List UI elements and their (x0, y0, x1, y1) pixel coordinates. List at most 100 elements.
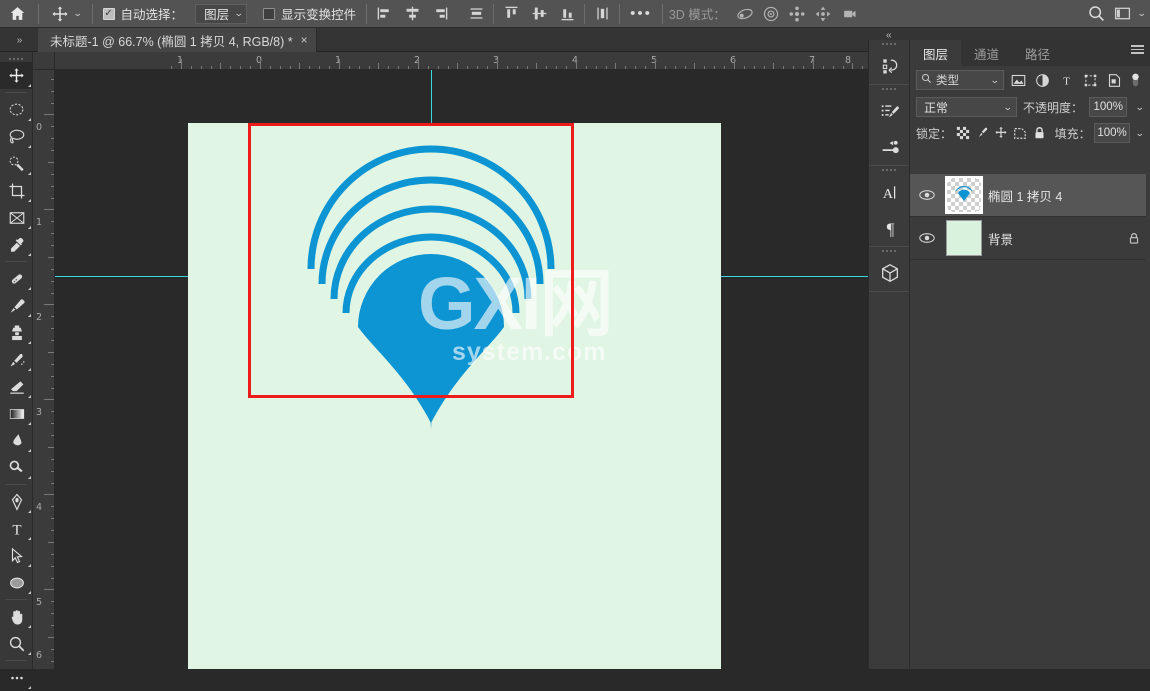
slide-3d-icon[interactable] (810, 2, 836, 26)
current-tool-button[interactable]: ⌄ (43, 0, 88, 28)
tab-channels[interactable]: 通道 (961, 40, 1012, 66)
opacity-field[interactable]: 100% (1089, 97, 1127, 117)
tool-flyout-arrow[interactable] (28, 341, 31, 344)
tool-shape[interactable] (0, 569, 33, 596)
tool-path-selection[interactable] (0, 542, 33, 569)
tool-flyout-arrow[interactable] (28, 422, 31, 425)
dock-grip[interactable] (869, 247, 909, 255)
chevron-down-icon[interactable]: ⌄ (73, 8, 83, 19)
paragraph-panel-icon[interactable]: ¶ (869, 210, 911, 246)
tool-frame[interactable] (0, 204, 33, 231)
history-panel-icon[interactable] (869, 48, 911, 84)
tool-flyout-arrow[interactable] (28, 395, 31, 398)
tool-blur[interactable] (0, 427, 33, 454)
tool-flyout-arrow[interactable] (28, 625, 31, 628)
layer-visibility-toggle[interactable] (914, 232, 940, 244)
lock-artboard-icon[interactable] (1012, 123, 1028, 143)
pan-3d-icon[interactable] (784, 2, 810, 26)
dock-grip[interactable] (869, 40, 909, 48)
auto-select-checkbox[interactable]: 自动选择： (97, 0, 190, 28)
tool-flyout-arrow[interactable] (28, 564, 31, 567)
tool-flyout-arrow[interactable] (28, 652, 31, 655)
tool-eyedropper[interactable] (0, 231, 33, 258)
tool-type[interactable]: T (0, 515, 33, 542)
tool-zoom[interactable] (0, 630, 33, 657)
layer-thumbnail[interactable] (946, 177, 982, 213)
tool-dodge[interactable] (0, 454, 33, 481)
tool-move[interactable] (0, 62, 33, 89)
blend-mode-dropdown[interactable]: 正常 ⌄ (916, 97, 1017, 117)
lock-image-icon[interactable] (974, 123, 990, 143)
workspace-icon[interactable] (1109, 2, 1135, 26)
tool-marquee[interactable] (0, 96, 33, 123)
lock-position-icon[interactable] (993, 123, 1009, 143)
show-transform-checkbox[interactable]: 显示变换控件 (257, 0, 362, 28)
artboard[interactable]: GXI网 system.com (188, 123, 721, 669)
align-bottom-icon[interactable] (554, 2, 580, 26)
filter-shape-icon[interactable] (1081, 70, 1100, 90)
align-middle-v-icon[interactable] (526, 2, 552, 26)
dock-grip[interactable] (869, 85, 909, 93)
align-left-icon[interactable] (371, 2, 397, 26)
checkbox-box[interactable] (103, 8, 115, 20)
tool-flyout-arrow[interactable] (28, 476, 31, 479)
tool-flyout-arrow[interactable] (28, 449, 31, 452)
home-button[interactable] (0, 0, 34, 28)
tool-hand[interactable] (0, 603, 33, 630)
filter-pixel-icon[interactable] (1009, 70, 1028, 90)
chevron-down-icon[interactable]: ⌄ (1135, 128, 1145, 139)
ruler-corner[interactable] (33, 52, 55, 70)
tool-eraser[interactable] (0, 373, 33, 400)
roll-3d-icon[interactable] (758, 2, 784, 26)
chevron-down-icon[interactable]: ⌄ (1137, 8, 1147, 19)
tool-pen[interactable] (0, 488, 33, 515)
filter-toggle-icon[interactable] (1129, 70, 1142, 90)
layer-visibility-toggle[interactable] (914, 189, 940, 201)
more-options-button[interactable]: ••• (624, 0, 658, 28)
document-tab[interactable]: 未标题-1 @ 66.7% (椭圆 1 拷贝 4, RGB/8) * × (38, 28, 317, 52)
scrollbar[interactable] (1146, 174, 1150, 669)
vertical-ruler[interactable]: 0 1 2 3 4 5 6 (33, 70, 55, 669)
table-row[interactable]: 背景 (910, 217, 1150, 260)
tool-flyout-arrow[interactable] (28, 686, 31, 689)
character-panel-icon[interactable]: A (869, 174, 911, 210)
filter-adjustment-icon[interactable] (1033, 70, 1052, 90)
tool-flyout-arrow[interactable] (28, 84, 31, 87)
tool-flyout-arrow[interactable] (28, 510, 31, 513)
tool-clone-stamp[interactable] (0, 319, 33, 346)
canvas-viewport[interactable]: GXI网 system.com (55, 70, 868, 669)
align-top-icon[interactable] (498, 2, 524, 26)
tool-flyout-arrow[interactable] (28, 172, 31, 175)
table-row[interactable]: 椭圆 1 拷贝 4 (910, 174, 1150, 217)
camera-3d-icon[interactable] (836, 2, 862, 26)
expand-panels-button[interactable]: » (6, 29, 32, 51)
horizontal-ruler[interactable]: 1 0 1 2 3 4 5 6 7 8 (55, 52, 868, 70)
tool-gradient[interactable] (0, 400, 33, 427)
align-center-h-icon[interactable] (399, 2, 425, 26)
auto-select-scope-dropdown[interactable]: 图层 ⌄ (195, 4, 247, 24)
tool-history-brush[interactable] (0, 346, 33, 373)
distribute-v-icon[interactable] (589, 2, 615, 26)
lock-transparent-icon[interactable] (955, 123, 971, 143)
fill-field[interactable]: 100% (1094, 123, 1131, 143)
tool-flyout-arrow[interactable] (28, 226, 31, 229)
selection-rectangle[interactable] (248, 123, 574, 398)
layer-thumbnail[interactable] (946, 220, 982, 256)
dock-grip[interactable] (869, 166, 909, 174)
tool-quick-selection[interactable] (0, 150, 33, 177)
tool-edit-toolbar[interactable] (0, 664, 33, 691)
brush-settings-icon[interactable] (869, 129, 911, 165)
filter-type-icon[interactable]: T (1057, 70, 1076, 90)
align-right-icon[interactable] (427, 2, 453, 26)
filter-smart-icon[interactable] (1105, 70, 1124, 90)
tool-flyout-arrow[interactable] (28, 314, 31, 317)
tool-crop[interactable] (0, 177, 33, 204)
tool-flyout-arrow[interactable] (28, 368, 31, 371)
checkbox-box[interactable] (263, 8, 275, 20)
close-icon[interactable]: × (301, 34, 308, 46)
layer-filter-type-dropdown[interactable]: 类型 ⌄ (916, 70, 1004, 90)
panel-menu-icon[interactable] (1131, 45, 1144, 54)
distribute-h-icon[interactable] (463, 2, 489, 26)
orbit-3d-icon[interactable] (732, 2, 758, 26)
lock-all-icon[interactable] (1032, 123, 1048, 143)
